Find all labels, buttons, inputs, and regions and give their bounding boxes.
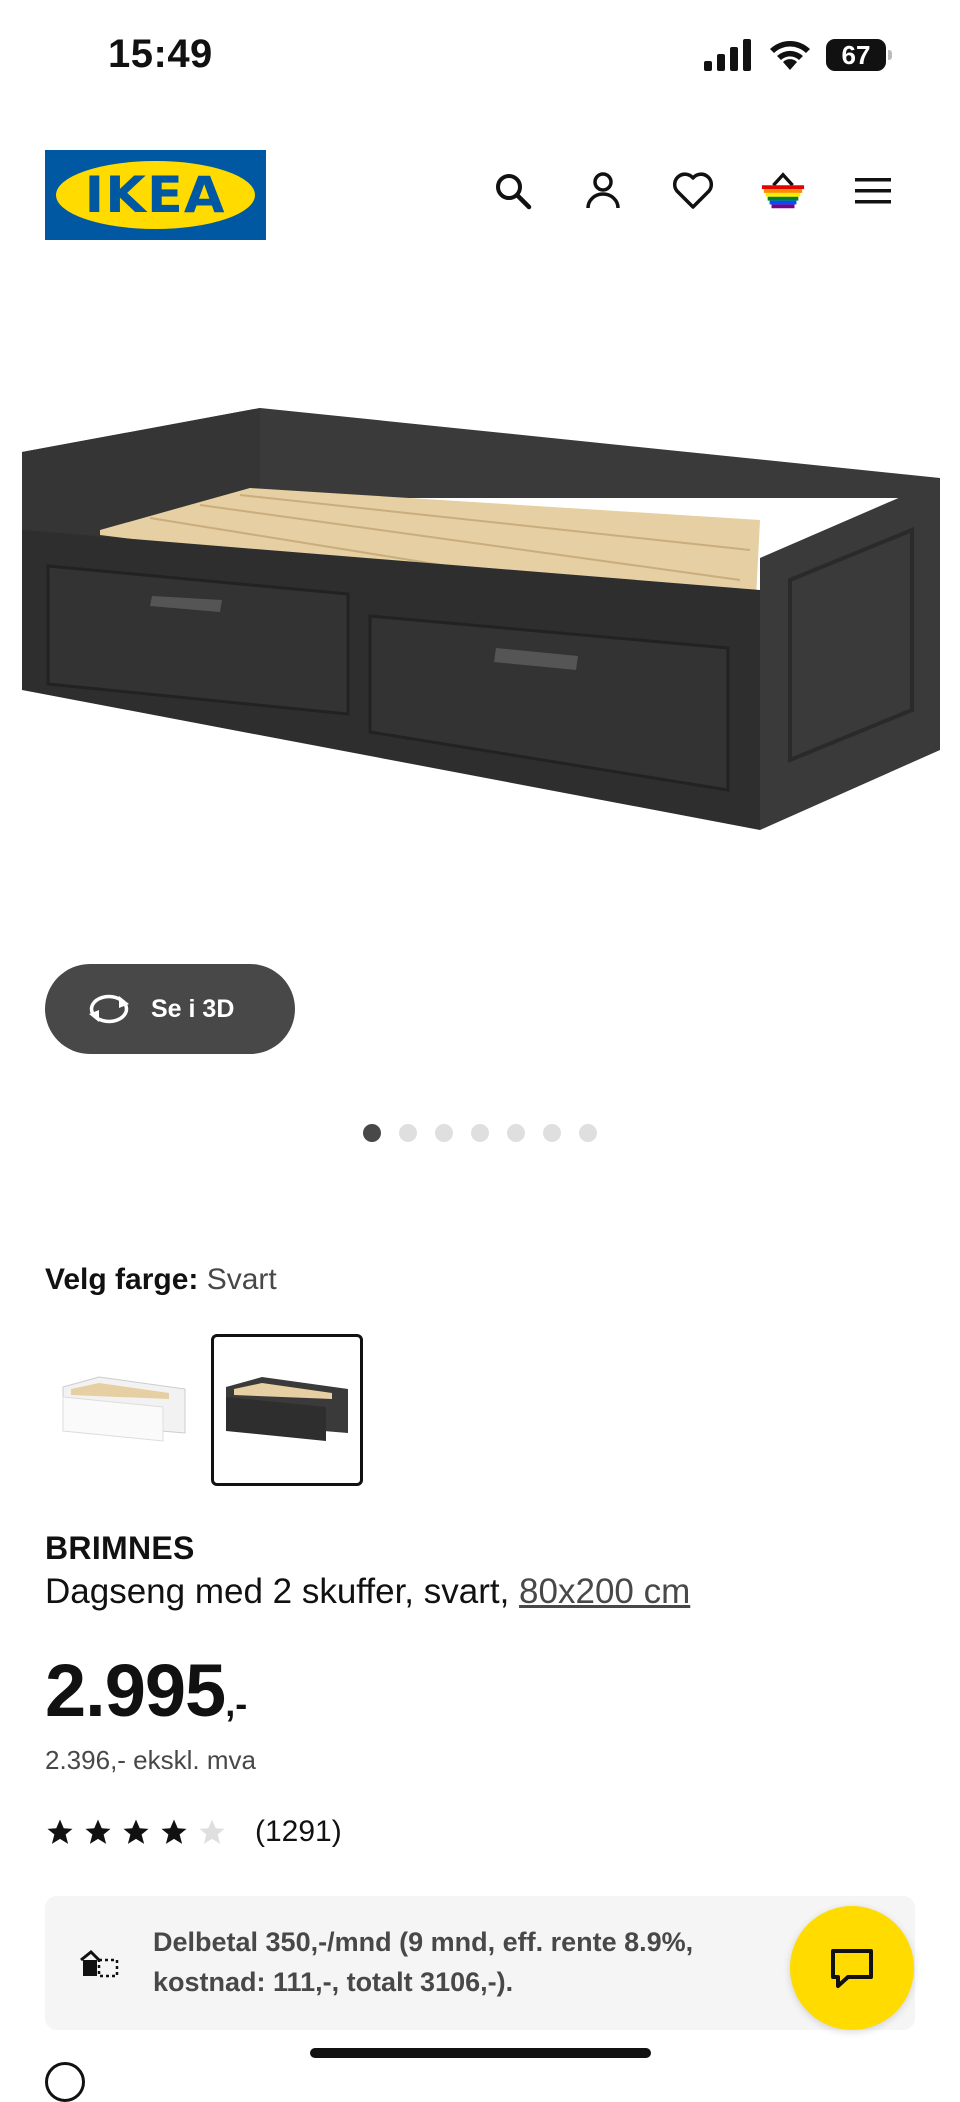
star-icon <box>123 1819 149 1844</box>
color-label-text: Velg farge: <box>45 1263 199 1296</box>
status-time: 15:49 <box>108 32 213 76</box>
payment-icon <box>80 1949 119 1978</box>
ikea-logo[interactable]: IKEA <box>45 150 266 240</box>
finance-info-box[interactable]: Delbetal 350,-/mnd (9 mnd, eff. rente 8.… <box>45 1896 915 2030</box>
basket-icon[interactable] <box>760 168 806 214</box>
wifi-icon <box>770 41 810 70</box>
search-icon[interactable] <box>490 168 536 214</box>
status-bar: 15:49 67 <box>0 0 960 110</box>
chat-icon <box>831 1949 873 1988</box>
finance-text: Delbetal 350,-/mnd (9 mnd, eff. rente 8.… <box>153 1927 694 1997</box>
gallery-dot[interactable] <box>543 1124 561 1142</box>
rating[interactable]: (1291) <box>45 1815 342 1849</box>
menu-icon[interactable] <box>850 168 896 214</box>
product-image[interactable] <box>0 380 960 840</box>
rotate-icon <box>89 994 129 1024</box>
star-empty-icon <box>199 1819 225 1844</box>
gallery-dot[interactable] <box>507 1124 525 1142</box>
gallery-dot[interactable] <box>435 1124 453 1142</box>
color-swatch-black[interactable] <box>211 1334 363 1486</box>
signal-icon <box>704 39 751 71</box>
product-description: Dagseng med 2 skuffer, svart, 80x200 cm <box>45 1572 690 1612</box>
star-icon <box>161 1819 187 1844</box>
gallery-dot[interactable] <box>579 1124 597 1142</box>
selected-color-value: Svart <box>206 1263 277 1296</box>
white-bed-thumbnail <box>62 1376 186 1442</box>
gallery-dot[interactable] <box>363 1124 381 1142</box>
site-header: IKEA <box>0 150 960 240</box>
price-main: 2.995 <box>45 1649 226 1732</box>
product-name: BRIMNES <box>45 1530 195 1566</box>
black-bed-thumbnail <box>226 1377 348 1441</box>
star-icon <box>47 1819 73 1844</box>
chat-button[interactable] <box>790 1906 914 2030</box>
view-3d-label: Se i 3D <box>151 994 235 1023</box>
color-swatch-white[interactable] <box>48 1334 200 1486</box>
home-indicator <box>310 2048 651 2058</box>
info-icon <box>45 2062 85 2102</box>
battery-level: 67 <box>841 39 871 70</box>
view-3d-button[interactable]: Se i 3D <box>45 964 295 1054</box>
battery-indicator: 67 <box>826 39 892 71</box>
heart-icon[interactable] <box>670 168 716 214</box>
logo-oval: IKEA <box>56 161 255 229</box>
size-link[interactable]: 80x200 cm <box>519 1572 690 1611</box>
star-icon <box>85 1819 111 1844</box>
color-selector-label: Velg farge: Svart <box>45 1263 277 1297</box>
gallery-pagination <box>363 1124 597 1142</box>
price: 2.995,- <box>45 1648 247 1733</box>
gallery-dot[interactable] <box>399 1124 417 1142</box>
product-description-text: Dagseng med 2 skuffer, svart, <box>45 1572 520 1611</box>
rating-count: (1291) <box>255 1815 342 1848</box>
price-suffix: ,- <box>225 1683 248 1724</box>
user-icon[interactable] <box>580 168 626 214</box>
header-nav <box>490 168 896 214</box>
logo-text: IKEA <box>85 166 226 224</box>
price-ex-vat: 2.396,- ekskl. mva <box>45 1745 256 1775</box>
status-icons: 67 <box>704 38 892 72</box>
gallery-dot[interactable] <box>471 1124 489 1142</box>
